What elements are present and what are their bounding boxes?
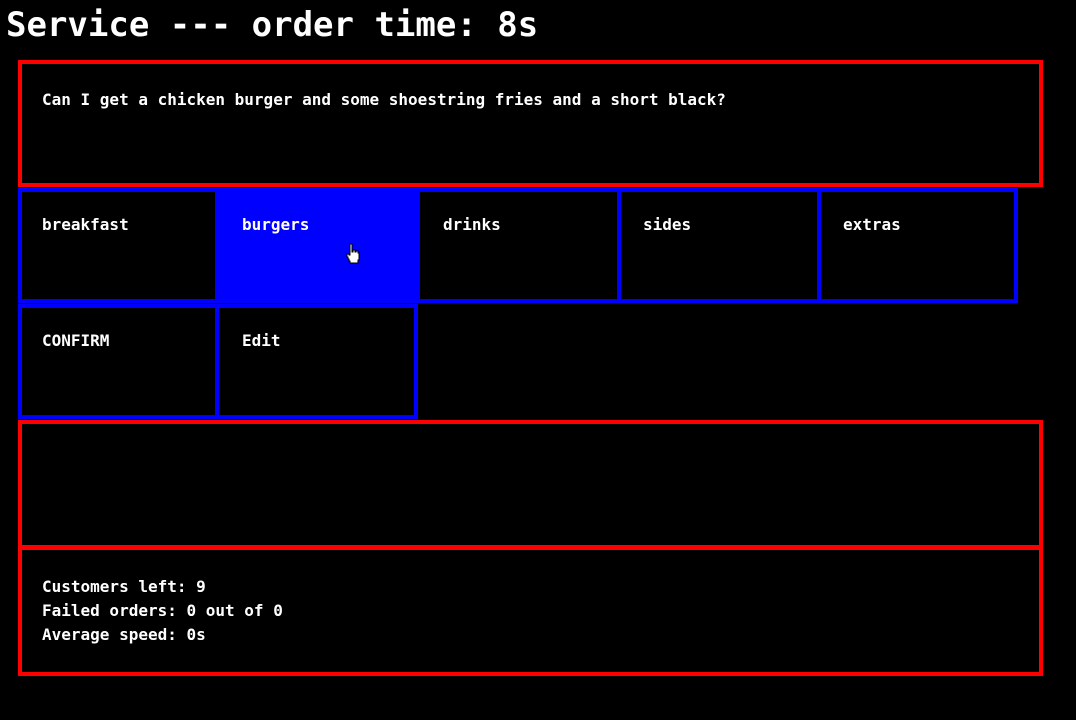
confirm-label: CONFIRM [42,331,110,350]
category-breakfast[interactable]: breakfast [18,188,219,303]
confirm-button[interactable]: CONFIRM [18,304,219,419]
edit-button[interactable]: Edit [215,304,418,419]
stats-panel: Customers left: 9 Failed orders: 0 out o… [18,546,1043,676]
page-title: Service --- order time: 8s [6,5,539,45]
order-panel [18,420,1043,549]
category-label: sides [643,215,692,234]
category-label: breakfast [42,215,129,234]
hand-cursor-icon [346,243,360,264]
category-label: extras [843,215,901,234]
category-drinks[interactable]: drinks [416,188,621,303]
customers-left: Customers left: 9 [42,577,206,596]
customer-request-panel: Can I get a chicken burger and some shoe… [18,60,1043,187]
category-sides[interactable]: sides [617,188,822,303]
category-label: burgers [242,215,310,234]
category-extras[interactable]: extras [817,188,1018,303]
edit-label: Edit [242,331,281,350]
category-label: drinks [443,215,501,234]
category-burgers[interactable]: burgers [215,188,420,303]
failed-orders: Failed orders: 0 out of 0 [42,601,283,620]
customer-request-text: Can I get a chicken burger and some shoe… [42,90,726,109]
average-speed: Average speed: 0s [42,625,206,644]
